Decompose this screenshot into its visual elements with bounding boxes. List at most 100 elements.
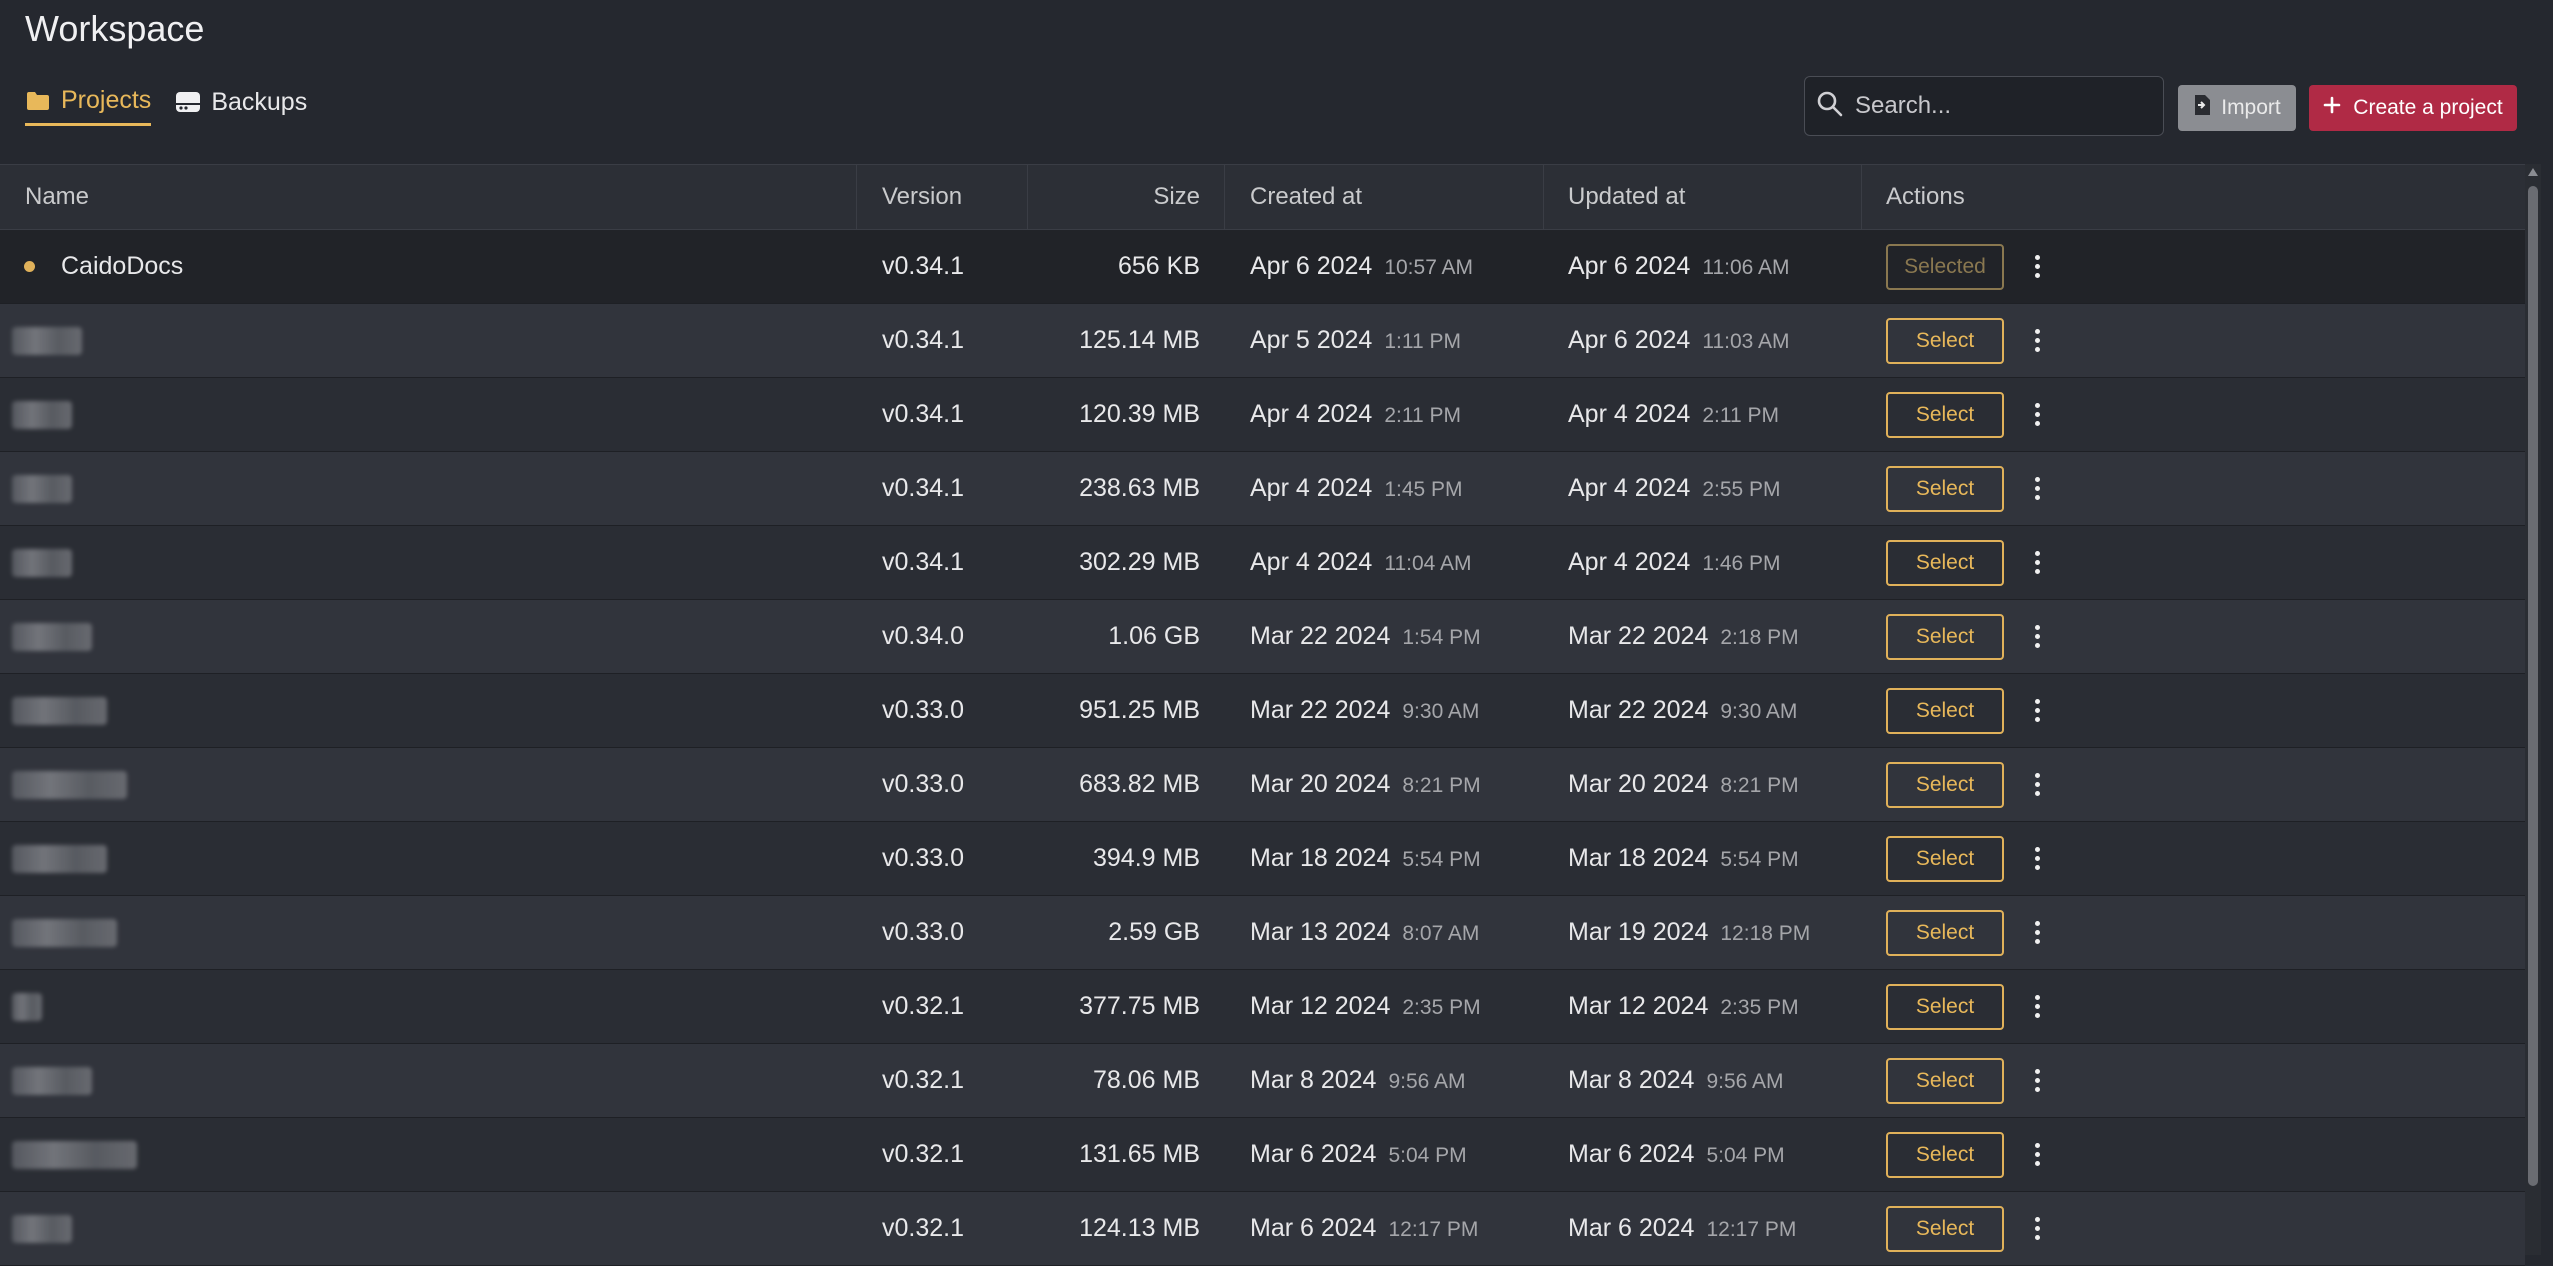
select-button[interactable]: Select bbox=[1886, 1131, 2004, 1178]
project-size: 656 KB bbox=[1117, 252, 1200, 280]
select-button[interactable]: Select bbox=[1886, 1057, 2004, 1104]
header-size[interactable]: Size bbox=[1027, 183, 1200, 211]
table-row[interactable]: v0.34.1 238.63 MB Apr 4 2024 1:45 PM Apr 4 2… bbox=[0, 452, 2525, 526]
select-button[interactable]: Select bbox=[1886, 391, 2004, 438]
created-time: 8:07 AM bbox=[1402, 922, 1480, 945]
created-date: Mar 8 2024 bbox=[1250, 1066, 1377, 1094]
scroll-up-arrow-icon[interactable] bbox=[2528, 168, 2538, 176]
updated-time: 2:35 PM bbox=[1720, 996, 1799, 1019]
created-at: Apr 4 2024 1:45 PM bbox=[1250, 474, 1463, 503]
created-at: Mar 6 2024 5:04 PM bbox=[1250, 1140, 1467, 1169]
redacted-name bbox=[12, 1214, 72, 1243]
created-date: Mar 6 2024 bbox=[1250, 1140, 1377, 1168]
redacted-name bbox=[12, 844, 107, 873]
created-at: Mar 13 2024 8:07 AM bbox=[1250, 918, 1479, 947]
table-row[interactable]: v0.34.1 302.29 MB Apr 4 2024 11:04 AM Apr 4 … bbox=[0, 526, 2525, 600]
created-date: Apr 4 2024 bbox=[1250, 400, 1373, 428]
drive-icon bbox=[175, 91, 201, 113]
select-button[interactable]: Select bbox=[1886, 761, 2004, 808]
select-button[interactable]: Select bbox=[1886, 835, 2004, 882]
project-version: v0.33.0 bbox=[882, 844, 965, 872]
created-date: Mar 22 2024 bbox=[1250, 622, 1391, 650]
updated-time: 5:04 PM bbox=[1706, 1144, 1785, 1167]
table-row[interactable]: v0.33.0 951.25 MB Mar 22 2024 9:30 AM Mar 22… bbox=[0, 674, 2525, 748]
header-updated[interactable]: Updated at bbox=[1568, 183, 1685, 211]
table-row[interactable]: v0.32.1 131.65 MB Mar 6 2024 5:04 PM Mar 6 2… bbox=[0, 1118, 2525, 1192]
table-row[interactable]: CaidoDocs v0.34.1 656 KB Apr 6 2024 10:57 AM… bbox=[0, 230, 2525, 304]
import-button[interactable]: Import bbox=[2178, 85, 2296, 131]
updated-at: Apr 6 2024 11:03 AM bbox=[1568, 326, 1790, 355]
search-input[interactable] bbox=[1853, 91, 2157, 121]
table-row[interactable]: v0.33.0 683.82 MB Mar 20 2024 8:21 PM Mar 20… bbox=[0, 748, 2525, 822]
project-size: 1.06 GB bbox=[1108, 622, 1200, 650]
more-options-icon[interactable] bbox=[2028, 622, 2046, 652]
more-options-icon[interactable] bbox=[2028, 326, 2046, 356]
created-date: Mar 18 2024 bbox=[1250, 844, 1391, 872]
select-button[interactable]: Select bbox=[1886, 687, 2004, 734]
search-box bbox=[1804, 76, 2164, 136]
table-row[interactable]: v0.34.0 1.06 GB Mar 22 2024 1:54 PM Mar 22 2… bbox=[0, 600, 2525, 674]
updated-time: 5:54 PM bbox=[1720, 848, 1799, 871]
created-at: Mar 18 2024 5:54 PM bbox=[1250, 844, 1481, 873]
header-version[interactable]: Version bbox=[882, 183, 962, 211]
table-row[interactable]: v0.34.1 125.14 MB Apr 5 2024 1:11 PM Apr 6 2… bbox=[0, 304, 2525, 378]
created-date: Apr 5 2024 bbox=[1250, 326, 1373, 354]
create-project-button[interactable]: Create a project bbox=[2309, 85, 2517, 131]
created-time: 10:57 AM bbox=[1384, 256, 1474, 279]
project-size: 302.29 MB bbox=[1079, 548, 1200, 576]
folder-icon bbox=[25, 90, 51, 112]
more-options-icon[interactable] bbox=[2028, 770, 2046, 800]
project-version: v0.34.1 bbox=[882, 252, 965, 280]
select-button[interactable]: Select bbox=[1886, 613, 2004, 660]
table-row[interactable]: v0.33.0 2.59 GB Mar 13 2024 8:07 AM Mar 19 2… bbox=[0, 896, 2525, 970]
created-time: 12:17 PM bbox=[1388, 1218, 1479, 1241]
header-name[interactable]: Name bbox=[25, 183, 89, 211]
vertical-scrollbar[interactable] bbox=[2525, 164, 2541, 1255]
more-options-icon[interactable] bbox=[2028, 844, 2046, 874]
updated-time: 11:06 AM bbox=[1702, 256, 1790, 279]
project-size: 951.25 MB bbox=[1079, 696, 1200, 724]
more-options-icon[interactable] bbox=[2028, 474, 2046, 504]
more-options-icon[interactable] bbox=[2028, 1140, 2046, 1170]
more-options-icon[interactable] bbox=[2028, 918, 2046, 948]
scrollbar-thumb[interactable] bbox=[2528, 186, 2538, 1186]
tab-projects[interactable]: Projects bbox=[25, 86, 152, 126]
more-options-icon[interactable] bbox=[2028, 548, 2046, 578]
updated-at: Mar 8 2024 9:56 AM bbox=[1568, 1066, 1784, 1095]
created-time: 1:11 PM bbox=[1384, 330, 1461, 353]
more-options-icon[interactable] bbox=[2028, 1066, 2046, 1096]
redacted-name bbox=[12, 696, 107, 725]
more-options-icon[interactable] bbox=[2028, 992, 2046, 1022]
updated-at: Apr 6 2024 11:06 AM bbox=[1568, 252, 1790, 281]
select-button[interactable]: Select bbox=[1886, 1205, 2004, 1252]
project-size: 125.14 MB bbox=[1079, 326, 1200, 354]
created-time: 5:54 PM bbox=[1402, 848, 1481, 871]
updated-date: Apr 4 2024 bbox=[1568, 548, 1691, 576]
select-button[interactable]: Select bbox=[1886, 983, 2004, 1030]
redacted-name bbox=[12, 1066, 92, 1095]
updated-at: Mar 18 2024 5:54 PM bbox=[1568, 844, 1799, 873]
created-date: Apr 4 2024 bbox=[1250, 548, 1373, 576]
select-button[interactable]: Select bbox=[1886, 539, 2004, 586]
select-button[interactable]: Select bbox=[1886, 465, 2004, 512]
updated-time: 9:30 AM bbox=[1720, 700, 1798, 723]
project-size: 238.63 MB bbox=[1079, 474, 1200, 502]
table-row[interactable]: v0.32.1 377.75 MB Mar 12 2024 2:35 PM Mar 12… bbox=[0, 970, 2525, 1044]
select-button[interactable]: Select bbox=[1886, 909, 2004, 956]
updated-date: Mar 12 2024 bbox=[1568, 992, 1709, 1020]
table-row[interactable]: v0.33.0 394.9 MB Mar 18 2024 5:54 PM Mar 18 … bbox=[0, 822, 2525, 896]
table-row[interactable]: v0.34.1 120.39 MB Apr 4 2024 2:11 PM Apr 4 2… bbox=[0, 378, 2525, 452]
table-row[interactable]: v0.32.1 78.06 MB Mar 8 2024 9:56 AM Mar 8 20… bbox=[0, 1044, 2525, 1118]
updated-time: 12:17 PM bbox=[1706, 1218, 1797, 1241]
created-date: Apr 6 2024 bbox=[1250, 252, 1373, 280]
header-created[interactable]: Created at bbox=[1250, 183, 1362, 211]
project-version: v0.32.1 bbox=[882, 1140, 965, 1168]
updated-date: Mar 8 2024 bbox=[1568, 1066, 1695, 1094]
more-options-icon[interactable] bbox=[2028, 1214, 2046, 1244]
tab-backups[interactable]: Backups bbox=[175, 86, 307, 126]
select-button[interactable]: Select bbox=[1886, 317, 2004, 364]
more-options-icon[interactable] bbox=[2028, 400, 2046, 430]
updated-date: Apr 4 2024 bbox=[1568, 474, 1691, 502]
more-options-icon[interactable] bbox=[2028, 252, 2046, 282]
more-options-icon[interactable] bbox=[2028, 696, 2046, 726]
